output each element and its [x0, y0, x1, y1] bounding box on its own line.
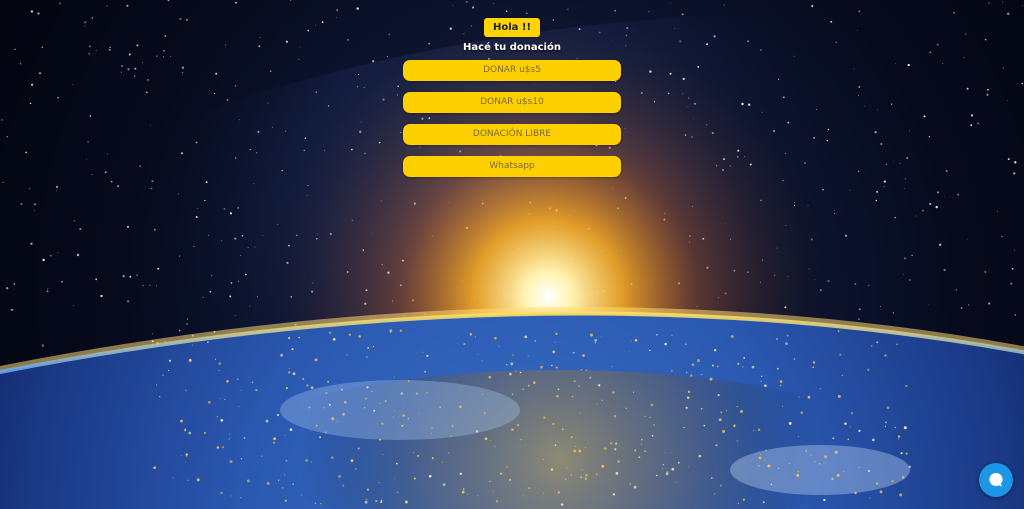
whatsapp-button[interactable]: Whatsapp: [403, 156, 621, 177]
donation-subtitle: Hacé tu donación: [463, 42, 561, 53]
free-donation-button[interactable]: DONACIÓN LIBRE: [403, 124, 621, 145]
chat-button[interactable]: [979, 463, 1013, 497]
donation-panel: Hola !! Hacé tu donación DONAR u$s5 DONA…: [0, 0, 1024, 177]
donate-10-button[interactable]: DONAR u$s10: [403, 92, 621, 113]
chat-bubble-icon: [989, 473, 1003, 487]
greeting-badge: Hola !!: [483, 18, 541, 37]
donate-5-button[interactable]: DONAR u$s5: [403, 60, 621, 81]
donation-buttons: DONAR u$s5 DONAR u$s10 DONACIÓN LIBRE Wh…: [403, 60, 621, 177]
